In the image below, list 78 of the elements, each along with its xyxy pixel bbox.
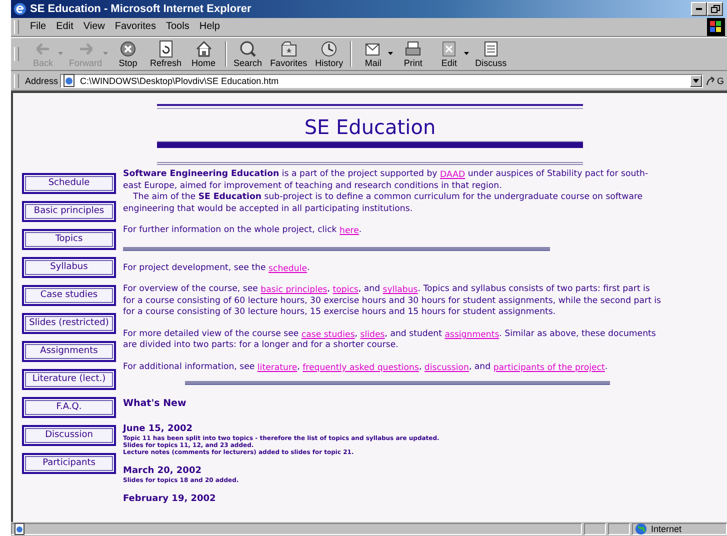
address-field[interactable]: C:\WINDOWS\Desktop\Plovdiv\SE Education.htm <box>60 74 703 88</box>
browser-icon <box>13 2 27 16</box>
go-arrow-icon <box>706 76 716 86</box>
globe-icon <box>635 523 647 536</box>
print-icon <box>404 40 422 58</box>
refresh-icon <box>156 40 175 58</box>
news-date: June 15, 2002 <box>123 424 194 435</box>
page-title: SE Education <box>303 115 437 140</box>
link[interactable]: participants of the project <box>493 362 605 373</box>
minimize-button[interactable] <box>691 2 707 16</box>
menu-item[interactable]: Favorites <box>110 21 161 32</box>
windows-logo-icon <box>709 20 723 34</box>
toolbar-button[interactable]: Favorites <box>266 40 312 68</box>
status-pane <box>584 523 606 536</box>
nav-button[interactable]: Topics <box>22 229 116 250</box>
paragraph: For project development, see the schedule. <box>123 262 311 274</box>
menu-item[interactable]: File <box>25 21 52 32</box>
maximize-button[interactable] <box>707 2 723 16</box>
nav-button[interactable]: Literature (lect.) <box>22 369 116 390</box>
address-label: Address <box>25 76 58 86</box>
link[interactable]: assignments <box>444 330 500 340</box>
toolbar-button[interactable]: Search <box>230 40 266 68</box>
minimize-icon <box>696 8 702 10</box>
link[interactable]: slides <box>360 330 385 340</box>
nav-button[interactable]: Schedule <box>22 173 116 194</box>
toolbar-button[interactable]: Stop <box>110 40 146 68</box>
favorites-icon <box>280 40 298 58</box>
maximize-icon <box>710 4 720 13</box>
dropdown-arrow-icon <box>692 78 699 83</box>
toolbar-button[interactable]: Print <box>395 40 432 68</box>
home-icon <box>194 40 213 58</box>
section-heading: What's New <box>123 399 188 410</box>
discuss-icon <box>482 40 500 58</box>
menu-item[interactable]: Help <box>194 21 225 32</box>
menu-item[interactable]: View <box>78 21 110 32</box>
nav-button[interactable]: Assignments <box>22 341 116 362</box>
link[interactable]: DAAD <box>440 170 466 180</box>
paragraph: Software Engineering Education is a part of the project supported by DAAD under auspices of Stability pact for south-east Europe, aimed for improvement of teaching and research conditions in that region. <box>123 169 650 192</box>
go-button[interactable]: G <box>702 76 727 86</box>
menu-item[interactable]: Tools <box>160 21 194 32</box>
nav-button[interactable]: Participants <box>22 453 116 474</box>
history-icon <box>320 40 338 58</box>
search-icon <box>238 40 257 58</box>
menu-item[interactable]: Edit <box>51 21 78 32</box>
toolbar-button[interactable]: History <box>311 40 348 68</box>
toolbar-button[interactable]: Refresh <box>146 40 186 68</box>
link[interactable]: topics <box>332 285 358 296</box>
link[interactable]: here <box>340 226 359 236</box>
paragraph: For additional information, see literature, frequently asked questions, discussion, and participants of the project. <box>123 362 609 374</box>
edit-icon <box>440 40 458 58</box>
toolbar-button[interactable]: Mail <box>355 40 392 68</box>
page-icon <box>63 74 76 88</box>
link[interactable]: literature <box>257 362 298 373</box>
nav-button[interactable]: Syllabus <box>22 257 116 278</box>
paragraph: For more detailed view of the course see case studies, slides, and student assignments. Similar as above, these documents are divided into two parts: for a longer and for a shorter course. <box>123 328 657 352</box>
paragraph: For further information on the whole project, click here. <box>123 225 363 237</box>
link[interactable]: frequently asked questions <box>302 362 419 373</box>
window-title: SE Education - Microsoft Internet Explorer <box>30 2 252 15</box>
nav-button[interactable]: Slides (restricted) <box>22 313 116 334</box>
nav-button[interactable]: F.A.Q. <box>22 397 116 418</box>
paragraph: For overview of the course, see basic principles, topics, and syllabus. Topics and syllabus consists of two parts: first part is for a course consisting of 60 lecture hours, 30 exercise hours and 30 hours for student assignments, while the second part is for a course consisting of 30 lecture hours, 15 exercise hours and 15 hours for student assignments. <box>123 284 662 319</box>
link[interactable]: schedule <box>268 264 308 274</box>
toolbar-button[interactable]: Discuss <box>471 40 511 68</box>
nav-button[interactable]: Discussion <box>22 425 116 446</box>
link[interactable]: discussion <box>424 362 469 373</box>
stop-icon <box>119 40 138 58</box>
nav-button[interactable]: Basic principles <box>22 201 116 222</box>
link[interactable]: case studies <box>301 330 355 340</box>
toolbar-button[interactable]: Edit <box>431 40 468 68</box>
link[interactable]: syllabus <box>382 285 418 296</box>
status-zone: Internet <box>651 524 682 534</box>
toolbar-button[interactable]: Home <box>186 40 222 68</box>
nav-button[interactable]: Case studies <box>22 285 116 306</box>
news-date: March 20, 2002 <box>123 466 202 477</box>
link[interactable]: basic principles <box>260 285 328 296</box>
status-pane <box>608 523 630 536</box>
news-date: February 19, 2002 <box>123 494 217 505</box>
paragraph: The aim of the SE Education sub-project is to define a common curriculum for the undergraduate course on software engineering that would be accepted in all participating institutions. <box>123 192 644 216</box>
